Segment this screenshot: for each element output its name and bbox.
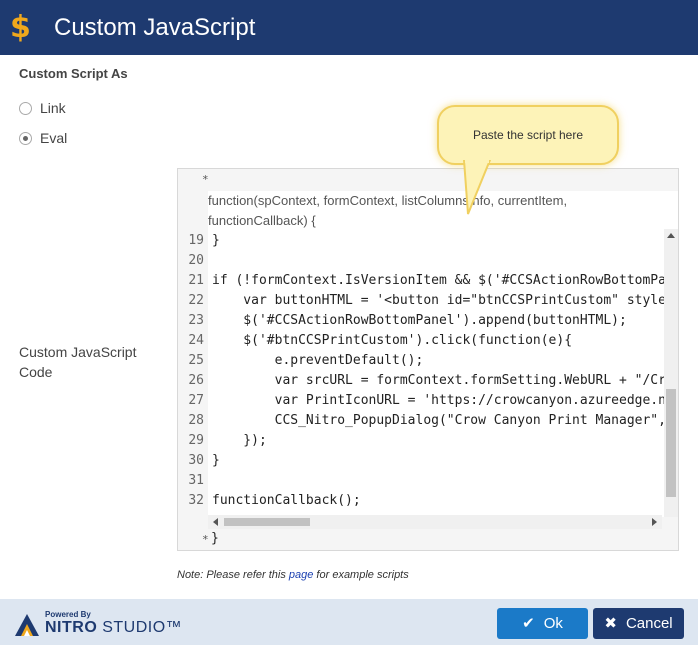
brand-nitro: NITRO [45, 619, 98, 636]
radio-eval-circle[interactable] [19, 131, 32, 145]
dialog-header: $ Custom JavaScript [0, 0, 698, 55]
code-text: var buttonHTML = '<button id="btnCCSPrin… [212, 293, 664, 308]
code-line[interactable]: 19} [178, 231, 664, 251]
line-number: 29 [188, 433, 204, 448]
code-line[interactable]: 21 if (!formContext.IsVersionItem && $('#… [178, 271, 664, 291]
code-editor-header-widget: function(spContext, formContext, listCol… [208, 191, 678, 233]
code-line[interactable]: 20 [178, 251, 664, 271]
code-line[interactable]: 24 $('#btnCCSPrintCustom').click(functio… [178, 331, 664, 351]
line-number: 32 [188, 493, 204, 508]
dialog-footer: Powered By NITRO STUDIO™ ✔ Ok ✖ Cancel [0, 599, 698, 645]
cancel-button[interactable]: ✖ Cancel [593, 608, 684, 639]
code-line[interactable]: 23 $('#CCSActionRowBottomPanel').append(… [178, 311, 664, 331]
check-icon: ✔ [522, 615, 535, 632]
line-number: 21 [188, 273, 204, 288]
dialog-title: Custom JavaScript [54, 13, 256, 41]
note-suffix: for example scripts [313, 569, 409, 581]
code-area[interactable]: 19} 20 21 if (!formContext.IsVersionItem &&… [178, 229, 664, 517]
powered-by-text: Powered By [45, 610, 91, 619]
line-number: 19 [188, 233, 204, 248]
vertical-scroll-thumb[interactable] [666, 389, 676, 497]
code-text: $('#btnCCSPrintCustom').click(function(e… [212, 333, 573, 348]
code-text: if (!formContext.IsVersionItem && $('#CC… [212, 273, 664, 288]
widget-line: functionCallback) { [208, 213, 316, 228]
paste-script-callout: Paste the script here [437, 105, 619, 165]
code-line[interactable]: 27 var PrintIconURL = 'https://crowcanyo… [178, 391, 664, 411]
code-editor[interactable]: * function(spContext, formContext, listC… [177, 168, 679, 551]
horizontal-scroll-thumb[interactable] [224, 518, 310, 526]
code-text: CCS_Nitro_PopupDialog("Crow Canyon Print… [212, 413, 664, 428]
vertical-scrollbar[interactable] [664, 229, 678, 517]
radio-eval-label: Eval [40, 130, 68, 146]
line-number: 28 [188, 413, 204, 428]
line-number: 31 [188, 473, 204, 488]
line-number: 23 [188, 313, 204, 328]
code-text: var srcURL = formContext.formSetting.Web… [212, 373, 664, 388]
fold-marker-top[interactable]: * [202, 173, 209, 186]
code-line[interactable]: 29 }); [178, 431, 664, 451]
radio-link[interactable]: Link [19, 100, 66, 116]
ok-button-label: Ok [543, 615, 563, 632]
scroll-left-icon[interactable] [213, 518, 218, 526]
radio-link-label: Link [40, 100, 66, 116]
code-line[interactable]: 26 var srcURL = formContext.formSetting.… [178, 371, 664, 391]
code-line[interactable]: 25 e.preventDefault(); [178, 351, 664, 371]
close-icon: ✖ [604, 615, 617, 632]
fold-bottom-text: } [211, 531, 219, 546]
code-text: }); [212, 433, 267, 448]
fold-marker-bottom[interactable]: * [202, 533, 209, 546]
nitro-studio-logo: Powered By NITRO STUDIO™ [14, 608, 182, 638]
line-number: 26 [188, 373, 204, 388]
callout-text: Paste the script here [472, 128, 584, 142]
line-number: 20 [188, 253, 204, 268]
brand-studio: STUDIO™ [97, 619, 183, 636]
code-text: $('#CCSActionRowBottomPanel').append(but… [212, 313, 627, 328]
nitro-logo-icon [15, 614, 39, 636]
custom-javascript-code-label: Custom JavaScript Code [19, 344, 137, 380]
dollar-icon: $ [10, 9, 31, 45]
line-number: 24 [188, 333, 204, 348]
cancel-button-label: Cancel [625, 615, 673, 632]
line-number: 27 [188, 393, 204, 408]
brand-text: NITRO STUDIO™ [45, 619, 182, 637]
note-text: Note: Please refer this page for example… [177, 569, 409, 581]
code-text: var PrintIconURL = 'https://crowcanyon.a… [212, 393, 664, 408]
radio-link-circle[interactable] [19, 101, 32, 115]
code-text: } [212, 453, 220, 468]
example-page-link[interactable]: page [289, 569, 313, 581]
scroll-up-icon[interactable] [667, 233, 675, 238]
custom-script-as-label: Custom Script As [19, 66, 128, 81]
code-line[interactable]: 30} [178, 451, 664, 471]
line-number: 30 [188, 453, 204, 468]
code-text: } [212, 233, 220, 248]
line-number: 25 [188, 353, 204, 368]
radio-eval[interactable]: Eval [19, 130, 67, 146]
code-line[interactable]: 22 var buttonHTML = '<button id="btnCCSP… [178, 291, 664, 311]
line-number: 22 [188, 293, 204, 308]
code-line[interactable]: 31 [178, 471, 664, 491]
note-prefix: Note: Please refer this [177, 569, 289, 581]
custom-javascript-dialog: $ Custom JavaScript Custom Script As Lin… [0, 0, 698, 645]
ok-button[interactable]: ✔ Ok [497, 608, 588, 639]
scroll-right-icon[interactable] [652, 518, 657, 526]
code-line[interactable]: 32 functionCallback(); [178, 491, 664, 511]
code-text: functionCallback(); [212, 493, 361, 508]
code-line[interactable]: 28 CCS_Nitro_PopupDialog("Crow Canyon Pr… [178, 411, 664, 431]
code-text: e.preventDefault(); [212, 353, 424, 368]
horizontal-scrollbar[interactable] [208, 515, 662, 529]
widget-line: function(spContext, formContext, listCol… [208, 193, 568, 208]
